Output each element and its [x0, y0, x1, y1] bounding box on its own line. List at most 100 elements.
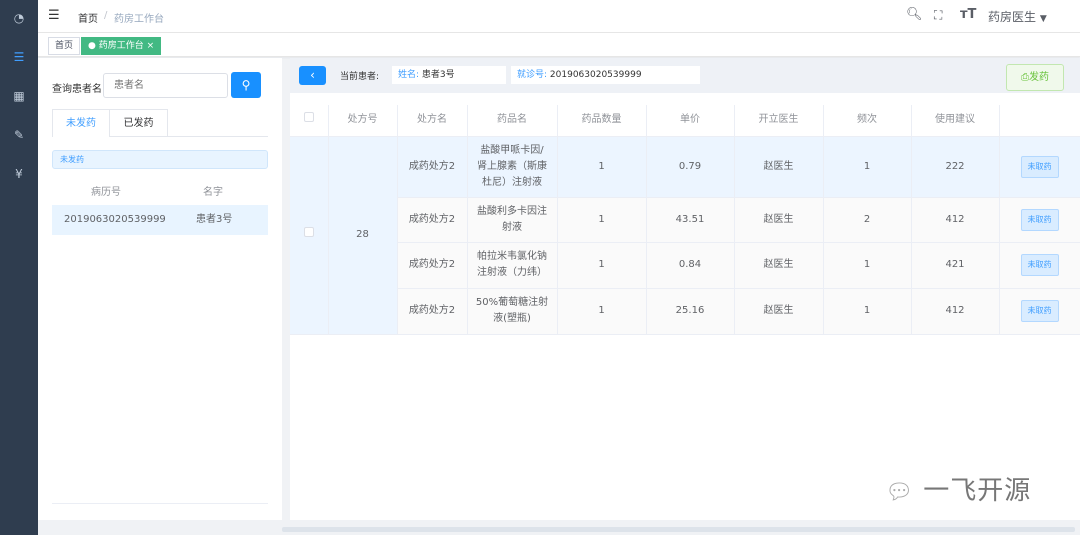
drug-name: 帕拉米韦氯化钠注射液（力纬）: [467, 242, 558, 289]
toolbar: ‹ 当前患者: 姓名: 患者3号 就诊号: 2019063020539999 ⎙…: [290, 58, 1080, 93]
breadcrumb-home[interactable]: 首页: [78, 10, 98, 25]
prescription-table: 处方号 处方名 药品名 药品数量 单价 开立医生 频次 使用建议 28 成药处方2…: [290, 105, 1080, 335]
unit-price: 25.16: [646, 288, 735, 335]
user-menu[interactable]: 药房医生 ▼: [988, 8, 1047, 25]
status-button[interactable]: 未取药: [1020, 254, 1059, 276]
hamburger-icon[interactable]: ☰: [48, 8, 60, 23]
fullscreen-icon[interactable]: ⛶: [934, 8, 942, 23]
patient-name-field: 姓名: 患者3号: [392, 66, 506, 84]
patient-row[interactable]: 2019063020539999 患者3号: [52, 205, 268, 235]
panel-footer-divider: [52, 503, 268, 504]
row-select[interactable]: [290, 136, 329, 335]
watermark-text: 一飞开源: [923, 476, 1032, 506]
yen-icon[interactable]: ¥: [11, 166, 27, 182]
checkbox[interactable]: [303, 227, 314, 237]
advice: 222: [911, 136, 1000, 198]
frequency: 1: [823, 242, 912, 289]
checkbox[interactable]: [303, 112, 314, 123]
dispense-button[interactable]: ⎙发药: [1006, 64, 1064, 91]
font-size-icon[interactable]: ᴛT: [960, 7, 976, 22]
column-header: [999, 105, 1080, 137]
back-button[interactable]: ‹: [299, 66, 326, 85]
horizontal-scrollbar[interactable]: [282, 527, 1075, 532]
quantity: 1: [557, 242, 647, 289]
status-button[interactable]: 未取药: [1020, 300, 1059, 322]
section-label: 未发药: [60, 155, 84, 164]
table-row[interactable]: 成药处方2 50%葡萄糖注射液(塑瓶) 1 25.16 赵医生 1 412 未取药: [290, 288, 1080, 335]
column-header: 处方号: [328, 105, 398, 137]
tab-pending[interactable]: 未发药: [52, 109, 110, 137]
prescription-no: 28: [328, 136, 398, 335]
tag-home[interactable]: 首页: [48, 37, 81, 55]
column-header: 病历号: [91, 187, 121, 198]
section-banner: 未发药: [52, 150, 268, 169]
edit-icon[interactable]: ✎: [11, 127, 27, 143]
column-header: 药品名: [467, 105, 558, 137]
patient-search-input[interactable]: [103, 73, 228, 98]
patient-panel: 查询患者名: ⚲ 未发药 已发药 未发药 病历号 名字 201906302053…: [38, 58, 282, 520]
sidebar: ◔ ☰ ▦ ✎ ¥: [0, 0, 38, 535]
drug-name: 盐酸甲哌卡因/肾上腺素（斯康杜尼）注射液: [467, 136, 558, 198]
drug-name: 50%葡萄糖注射液(塑瓶): [467, 288, 558, 335]
field-value: 2019063020539999: [549, 70, 642, 80]
search-icon: ⚲: [241, 78, 251, 92]
breadcrumb-current: 药房工作台: [114, 14, 164, 25]
rx-name: 成药处方2: [397, 288, 468, 335]
advice: 421: [911, 242, 1000, 289]
unit-price: 0.84: [646, 242, 735, 289]
tab-dispensed[interactable]: 已发药: [110, 109, 168, 137]
status-button[interactable]: 未取药: [1020, 155, 1059, 178]
status-cell: 未取药: [999, 242, 1080, 289]
dashboard-icon[interactable]: ◔: [11, 10, 27, 26]
unit-price: 0.79: [646, 136, 735, 198]
advice: 412: [911, 197, 1000, 243]
quantity: 1: [557, 288, 647, 335]
tab-label: 未发药: [66, 118, 96, 129]
dispense-icon: ⎙: [1021, 72, 1029, 83]
column-header: 开立医生: [734, 105, 824, 137]
tags-view: 首页 ● 药房工作台 ×: [38, 33, 1080, 57]
quantity: 1: [557, 197, 647, 243]
quantity: 1: [557, 136, 647, 198]
frequency: 1: [823, 288, 912, 335]
patient-name: 患者3号: [196, 214, 233, 225]
frequency: 1: [823, 136, 912, 198]
watermark: 💬︎ 一飞开源: [885, 470, 1031, 507]
doctor: 赵医生: [734, 197, 824, 243]
table-row[interactable]: 成药处方2 帕拉米韦氯化钠注射液（力纬） 1 0.84 赵医生 1 421 未取药: [290, 242, 1080, 289]
field-key: 姓名:: [398, 70, 420, 80]
search-icon[interactable]: 🔍︎: [906, 7, 923, 22]
column-header: 药品数量: [557, 105, 647, 137]
field-key: 就诊号:: [517, 70, 548, 80]
status-cell: 未取药: [999, 288, 1080, 335]
column-header: 频次: [823, 105, 912, 137]
column-header: 处方名: [397, 105, 468, 137]
username: 药房医生: [988, 10, 1037, 24]
table-row[interactable]: 成药处方2 盐酸利多卡因注射液 1 43.51 赵医生 2 412 未取药: [290, 197, 1080, 243]
record-id: 2019063020539999: [64, 214, 166, 225]
tag-pharmacy[interactable]: ● 药房工作台 ×: [81, 37, 162, 55]
select-all[interactable]: [290, 105, 329, 137]
column-header: 单价: [646, 105, 735, 137]
column-header: 使用建议: [911, 105, 1000, 137]
prescription-panel: ‹ 当前患者: 姓名: 患者3号 就诊号: 2019063020539999 ⎙…: [290, 58, 1080, 520]
table-row[interactable]: 28 成药处方2 盐酸甲哌卡因/肾上腺素（斯康杜尼）注射液 1 0.79 赵医生 1 222 未…: [290, 136, 1080, 335]
status-button[interactable]: 未取药: [1020, 208, 1059, 231]
doctor: 赵医生: [734, 242, 824, 289]
table-icon[interactable]: ▦: [11, 88, 27, 104]
caret-down-icon: ▼: [1039, 14, 1047, 24]
tab-label: 已发药: [123, 118, 154, 129]
unit-price: 43.51: [646, 197, 735, 243]
status-cell: 未取药: [999, 197, 1080, 243]
list-icon[interactable]: ☰: [11, 49, 27, 65]
column-header: 名字: [203, 187, 223, 198]
drug-name: 盐酸利多卡因注射液: [467, 197, 558, 243]
tag-label: 药房工作台: [98, 41, 144, 51]
close-icon[interactable]: ×: [147, 41, 155, 51]
search-button[interactable]: ⚲: [231, 72, 261, 98]
table-header: 处方号 处方名 药品名 药品数量 单价 开立医生 频次 使用建议: [290, 105, 1080, 137]
visit-number-field: 就诊号: 2019063020539999: [511, 66, 700, 84]
rx-name: 成药处方2: [397, 197, 468, 243]
search-label: 查询患者名:: [52, 84, 106, 95]
wechat-icon: 💬︎: [885, 480, 914, 505]
